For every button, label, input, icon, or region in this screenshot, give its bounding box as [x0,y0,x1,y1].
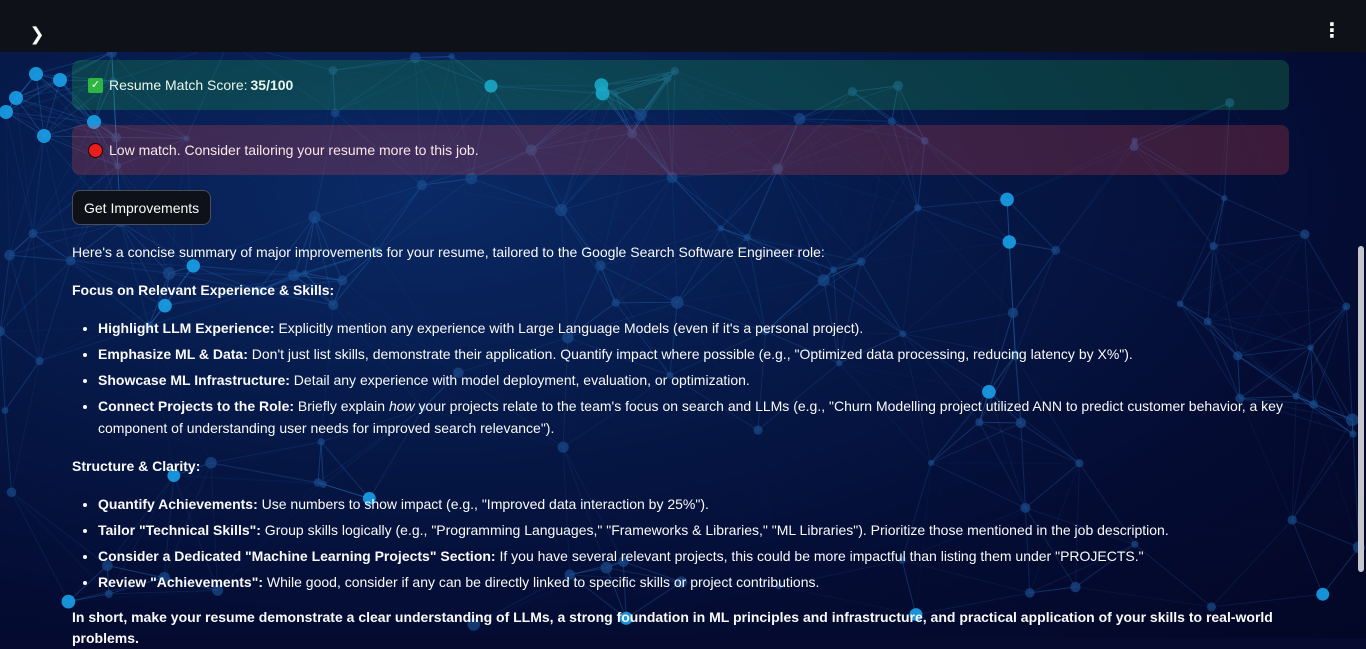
get-improvements-button[interactable]: Get Improvements [72,190,211,225]
suggestion-list: Quantify Achievements: Use numbers to sh… [72,493,1289,593]
list-item: Highlight LLM Experience: Explicitly men… [98,317,1289,339]
item-emphasis: how [389,398,415,414]
item-text: Don't just list skills, demonstrate thei… [248,346,1133,362]
app-header: ❯ ⋮ [0,0,1366,52]
item-text: Group skills logically (e.g., "Programmi… [261,522,1169,538]
section-heading: Focus on Relevant Experience & Skills: [72,280,1289,301]
match-alert: Low match. Consider tailoring your resum… [72,125,1289,175]
item-title: Quantify Achievements: [98,496,258,512]
list-item: Consider a Dedicated "Machine Learning P… [98,545,1289,567]
item-title: Consider a Dedicated "Machine Learning P… [98,548,496,564]
section-heading: Structure & Clarity: [72,456,1289,477]
item-title: Emphasize ML & Data: [98,346,248,362]
red-circle-icon [88,143,103,158]
item-title: Tailor "Technical Skills": [98,522,261,538]
check-mark-icon: ✓ [88,78,103,93]
list-item: Quantify Achievements: Use numbers to sh… [98,493,1289,515]
item-text: If you have several relevant projects, t… [496,548,1144,564]
match-alert-text: Low match. Consider tailoring your resum… [109,142,479,158]
suggestion-list: Highlight LLM Experience: Explicitly men… [72,317,1289,439]
suggestions-intro: Here's a concise summary of major improv… [72,242,1289,263]
score-alert: ✓ Resume Match Score: 35/100 [72,60,1289,110]
list-item: Tailor "Technical Skills": Group skills … [98,519,1289,541]
main-content: ✓ Resume Match Score: 35/100 Low match. … [72,60,1289,649]
item-title: Review "Achievements": [98,574,263,590]
item-title: Showcase ML Infrastructure: [98,372,290,388]
item-title: Highlight LLM Experience: [98,320,275,336]
list-item: Connect Projects to the Role: Briefly ex… [98,395,1289,439]
list-item: Showcase ML Infrastructure: Detail any e… [98,369,1289,391]
item-text: Detail any experience with model deploym… [290,372,750,388]
item-text: Use numbers to show impact (e.g., "Impro… [258,496,709,512]
suggestions-summary: In short, make your resume demonstrate a… [72,607,1289,649]
item-text: Explicitly mention any experience with L… [275,320,864,336]
item-text: While good, consider if any can be direc… [263,574,819,590]
score-label: Resume Match Score: [109,77,248,93]
list-item: Emphasize ML & Data: Don't just list ski… [98,343,1289,365]
scrollbar[interactable] [1358,246,1364,572]
item-text-before: Briefly explain [294,398,389,414]
chevron-right-icon[interactable]: ❯ [27,24,47,44]
item-title: Connect Projects to the Role: [98,398,294,414]
list-item: Review "Achievements": While good, consi… [98,571,1289,593]
score-value: 35/100 [251,77,294,93]
kebab-menu-icon[interactable]: ⋮ [1320,20,1344,42]
